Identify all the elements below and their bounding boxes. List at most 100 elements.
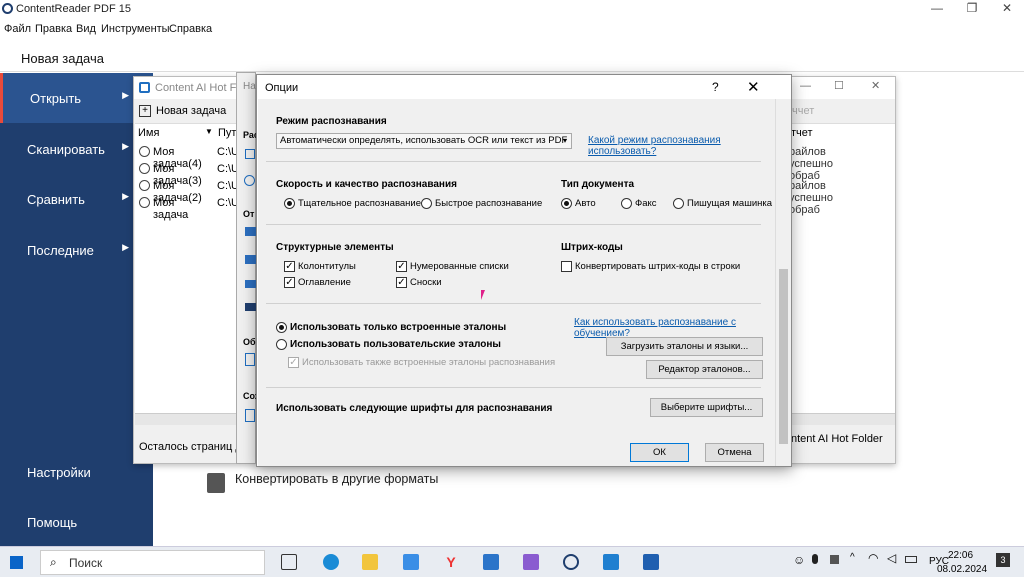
menu-tools[interactable]: Инструменты	[101, 23, 170, 35]
help-icon[interactable]: ?	[712, 80, 719, 94]
menu-help[interactable]: Справка	[169, 23, 212, 35]
search-icon: ⌕	[50, 555, 57, 569]
restore-icon[interactable]: ❐	[955, 0, 989, 18]
minimize-icon[interactable]: —	[920, 0, 954, 18]
taskbar-search[interactable]: ⌕ Поиск	[40, 550, 265, 575]
close-icon[interactable]: ✕	[871, 79, 880, 92]
clock-time[interactable]: 22:06	[948, 550, 973, 561]
fast-label: Быстрое распознавание	[435, 198, 543, 209]
app-icon[interactable]	[603, 554, 619, 570]
recognition-mode-select[interactable]: Автоматически определять, использовать O…	[276, 133, 572, 149]
doc-type-auto-radio[interactable]	[561, 198, 572, 209]
sidebar-item-compare[interactable]: Сравнить ▶	[0, 174, 153, 224]
dialog-body: Режим распознавания Автоматически опреде…	[258, 99, 775, 466]
clock-icon	[139, 146, 150, 157]
taskbar: ⌕ Поиск Y ☺ ^ ◠ ◁ РУС 22:06 08.02.2024 3	[0, 546, 1024, 577]
clock-icon	[244, 175, 255, 186]
user-patterns-label: Использовать пользовательские эталоны	[290, 339, 501, 350]
also-builtin-label: Использовать также встроенные эталоны ра…	[302, 357, 556, 368]
user-icon[interactable]: ☺	[793, 553, 805, 567]
task-view-icon[interactable]	[281, 554, 297, 570]
pattern-editor-button[interactable]: Редактор эталонов...	[646, 360, 763, 379]
sidebar: Открыть ▶ Сканировать ▶ Сравнить ▶ После…	[0, 73, 153, 546]
hot-folder-title: Content AI Hot Fol	[155, 82, 245, 94]
doc-type-fax-radio[interactable]	[621, 198, 632, 209]
chevron-right-icon: ▶	[122, 141, 129, 151]
minimize-icon[interactable]: —	[800, 80, 811, 92]
sidebar-item-label: Сканировать	[27, 142, 105, 157]
chevron-right-icon: ▶	[122, 191, 129, 201]
menu-edit[interactable]: Правка	[35, 23, 72, 35]
doc-type-auto-label: Авто	[575, 198, 596, 209]
document-icon	[245, 353, 255, 366]
system-tray-icon[interactable]	[830, 555, 839, 564]
toc-checkbox[interactable]: ✓	[284, 277, 295, 288]
hot-folder-icon[interactable]	[643, 554, 659, 570]
user-patterns-radio[interactable]	[276, 339, 287, 350]
battery-icon[interactable]	[905, 556, 917, 563]
clock-icon	[139, 197, 150, 208]
tray-expand-icon[interactable]: ^	[850, 552, 855, 563]
chevron-right-icon: ▶	[122, 242, 129, 252]
recognition-mode-heading: Режим распознавания	[276, 116, 387, 127]
load-patterns-button[interactable]: Загрузить эталоны и языки...	[606, 337, 763, 356]
footnotes-checkbox[interactable]: ✓	[396, 277, 407, 288]
sidebar-item-settings[interactable]: Настройки	[0, 447, 153, 497]
toc-label: Оглавление	[298, 277, 351, 288]
thorough-label: Тщательное распознавание	[298, 198, 422, 209]
options-dialog: Опции ? ✕ Режим распознавания Автоматиче…	[256, 74, 792, 467]
ok-button[interactable]: ОК	[630, 443, 689, 462]
builtin-patterns-radio[interactable]	[276, 322, 287, 333]
recognition-mode-help-link[interactable]: Какой режим распознавания использовать?	[588, 135, 775, 157]
cancel-button[interactable]: Отмена	[705, 443, 764, 462]
microphone-icon[interactable]	[812, 554, 818, 564]
fast-radio[interactable]	[421, 198, 432, 209]
numbered-lists-label: Нумерованные списки	[410, 261, 509, 272]
structure-heading: Структурные элементы	[276, 242, 394, 253]
col-path[interactable]: Пут	[218, 127, 236, 139]
sidebar-item-recent[interactable]: Последние ▶	[0, 225, 153, 275]
col-report[interactable]: тчет	[791, 127, 813, 139]
windows-start-icon[interactable]	[10, 556, 23, 569]
headers-checkbox[interactable]: ✓	[284, 261, 295, 272]
sidebar-item-help[interactable]: Помощь	[0, 497, 153, 547]
sidebar-item-label: Сравнить	[27, 192, 85, 207]
app-icon[interactable]	[483, 554, 499, 570]
doc-type-typewriter-radio[interactable]	[673, 198, 684, 209]
new-task-button[interactable]: Новая задача	[156, 105, 226, 117]
col-name[interactable]: Имя	[138, 127, 159, 139]
notification-icon[interactable]: 3	[996, 553, 1010, 567]
sidebar-item-label: Настройки	[27, 465, 91, 480]
chevron-right-icon: ▶	[122, 90, 129, 100]
app-icon[interactable]	[523, 554, 539, 570]
wifi-icon[interactable]: ◠	[868, 551, 878, 565]
mail-icon	[245, 280, 256, 288]
contentreader-icon[interactable]	[563, 554, 579, 570]
menu-view[interactable]: Вид	[76, 23, 96, 35]
choose-fonts-button[interactable]: Выберите шрифты...	[650, 398, 763, 417]
store-icon[interactable]	[403, 554, 419, 570]
task-title: Новая задача	[21, 51, 104, 66]
also-builtin-checkbox[interactable]: ✓	[288, 357, 299, 368]
sidebar-item-open[interactable]: Открыть ▶	[0, 73, 153, 123]
scrollbar-thumb[interactable]	[779, 269, 788, 444]
new-task-icon: +	[139, 105, 151, 117]
edge-icon[interactable]	[323, 554, 339, 570]
numbered-lists-checkbox[interactable]: ✓	[396, 261, 407, 272]
close-icon[interactable]: ✕	[990, 0, 1024, 18]
file-explorer-icon[interactable]	[362, 554, 378, 570]
close-icon[interactable]: ✕	[747, 78, 760, 96]
menu-file[interactable]: Файл	[4, 23, 31, 35]
clock-date[interactable]: 08.02.2024	[937, 564, 987, 575]
barcodes-checkbox[interactable]	[561, 261, 572, 272]
partial-title: Нас	[243, 81, 257, 92]
training-help-link[interactable]: Как использовать распознавание с обучени…	[574, 317, 775, 339]
thorough-radio[interactable]	[284, 198, 295, 209]
footnotes-label: Сноски	[410, 277, 442, 288]
convert-formats-link[interactable]: Конвертировать в другие форматы	[235, 472, 438, 486]
volume-icon[interactable]: ◁	[887, 551, 896, 565]
yandex-icon[interactable]: Y	[443, 554, 459, 570]
maximize-icon[interactable]: ☐	[834, 79, 844, 92]
dialog-scrollbar[interactable]	[775, 99, 791, 466]
sidebar-item-scan[interactable]: Сканировать ▶	[0, 124, 153, 174]
